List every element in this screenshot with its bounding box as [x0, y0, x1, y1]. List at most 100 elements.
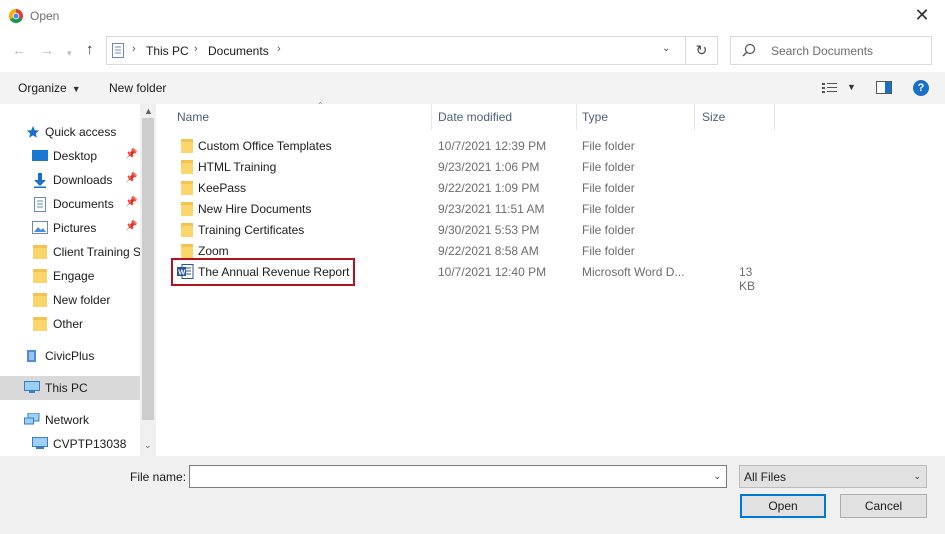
documents-icon [34, 197, 46, 212]
open-button[interactable]: Open [740, 494, 826, 518]
download-icon [34, 173, 46, 188]
refresh-icon: ↻ [695, 42, 708, 58]
folder-icon [181, 223, 193, 237]
breadcrumb-documents[interactable]: Documents [208, 44, 269, 58]
network-icon [24, 413, 40, 425]
sidebar-item-label: New folder [53, 293, 111, 307]
file-name: HTML Training [198, 160, 277, 174]
file-name: New Hire Documents [198, 202, 312, 216]
window-title: Open [30, 9, 60, 23]
sidebar-item-new-folder[interactable]: New folder [0, 289, 140, 311]
file-row[interactable]: Training Certificates 9/30/2021 5:53 PM … [171, 219, 771, 240]
file-date: 9/23/2021 11:51 AM [438, 202, 545, 216]
folder-icon [33, 317, 47, 331]
file-type: File folder [582, 244, 635, 258]
file-name: Training Certificates [198, 223, 305, 237]
column-header-label: Type [582, 110, 609, 124]
forward-arrow-icon[interactable]: → [40, 42, 54, 58]
file-type: File folder [582, 202, 635, 216]
sidebar-item-downloads[interactable]: Downloads 📌 [0, 169, 140, 191]
help-icon[interactable]: ? [913, 80, 929, 96]
breadcrumb-separator-icon: › [132, 43, 136, 55]
desktop-icon [32, 150, 48, 161]
documents-location-icon [112, 43, 124, 58]
sort-ascending-icon: ⌃ [317, 101, 324, 110]
column-header-date[interactable]: Date modified [438, 104, 577, 130]
sidebar-item-client-training[interactable]: Client Training S [0, 241, 140, 263]
column-header-label: Name [177, 110, 210, 124]
file-type-filter[interactable]: All Files ⌄ [739, 465, 927, 488]
column-header-name[interactable]: Name ⌃ [177, 101, 432, 130]
back-arrow-icon[interactable]: ← [12, 42, 26, 58]
address-bar[interactable]: › This PC › Documents › ⌄ [106, 36, 686, 65]
scroll-down-icon[interactable]: ⌄ [144, 440, 152, 451]
sidebar-item-documents[interactable]: Documents 📌 [0, 193, 140, 215]
column-header-label: Size [702, 110, 726, 124]
sidebar-item-label: Documents [53, 197, 114, 211]
file-date: 9/23/2021 1:06 PM [438, 160, 540, 174]
scrollbar-thumb[interactable] [142, 118, 154, 420]
up-arrow-icon[interactable]: ↑ [86, 42, 94, 58]
sidebar-item-label: Network [45, 413, 90, 427]
file-name-label: File name: [130, 470, 187, 484]
folder-icon [181, 139, 193, 153]
sidebar-item-label: Other [53, 317, 84, 331]
breadcrumb-this-pc[interactable]: This PC [146, 44, 189, 58]
sidebar-item-computer[interactable]: CVPTP13038 [0, 433, 140, 455]
column-header-size[interactable]: Size [702, 104, 775, 130]
organize-button[interactable]: Organize ▼ [18, 81, 81, 95]
search-box[interactable]: Search Documents [730, 36, 932, 65]
folder-icon [33, 245, 47, 259]
sidebar-item-civicplus[interactable]: CivicPlus [0, 345, 140, 367]
file-type: Microsoft Word D... [582, 265, 685, 279]
sidebar-item-this-pc[interactable]: This PC [0, 376, 140, 400]
sidebar-item-label: Downloads [53, 173, 113, 187]
chevron-down-icon: ⌄ [913, 471, 921, 481]
sidebar-item-label: CVPTP13038 [53, 437, 127, 451]
new-folder-button[interactable]: New folder [109, 81, 166, 95]
close-button[interactable]: ✕ [899, 0, 945, 32]
file-type: File folder [582, 223, 635, 237]
command-bar: Organize ▼ New folder ▼ ? [0, 72, 945, 104]
preview-pane-icon[interactable] [876, 81, 892, 94]
pin-icon: 📌 [125, 197, 138, 208]
caret-down-icon: ▼ [71, 84, 81, 94]
navigation-pane: Quick access Desktop 📌 Downloads 📌 Docum… [0, 104, 156, 456]
refresh-button[interactable]: ↻ [686, 36, 718, 65]
file-name: Custom Office Templates [198, 139, 332, 153]
sidebar-item-engage[interactable]: Engage [0, 265, 140, 287]
sidebar-item-quick-access[interactable]: Quick access [0, 121, 140, 143]
folder-icon [33, 293, 47, 307]
cancel-button[interactable]: Cancel [840, 494, 927, 518]
close-icon: ✕ [914, 5, 930, 25]
pin-icon: 📌 [125, 221, 138, 232]
file-row[interactable]: Custom Office Templates 10/7/2021 12:39 … [171, 135, 771, 156]
navigation-scrollbar[interactable]: ▲ ⌄ [140, 104, 156, 456]
recent-locations-icon[interactable]: ▾ [67, 45, 72, 61]
chevron-down-icon[interactable]: ⌄ [713, 471, 721, 482]
folder-icon [181, 202, 193, 216]
chevron-down-icon[interactable]: ⌄ [662, 43, 670, 54]
column-header-type[interactable]: Type [582, 104, 695, 130]
file-name-input[interactable]: ⌄ [189, 465, 727, 488]
file-name: KeePass [198, 181, 247, 195]
folder-icon [181, 181, 193, 195]
folder-icon [181, 160, 193, 174]
file-type-filter-value: All Files [744, 470, 787, 484]
file-date: 10/7/2021 12:39 PM [438, 139, 547, 153]
file-row[interactable]: HTML Training 9/23/2021 1:06 PM File fol… [171, 156, 771, 177]
caret-down-icon[interactable]: ▼ [847, 82, 856, 92]
sidebar-item-desktop[interactable]: Desktop 📌 [0, 145, 140, 167]
sidebar-item-label: Pictures [53, 221, 97, 235]
sidebar-item-pictures[interactable]: Pictures 📌 [0, 217, 140, 239]
pin-icon: 📌 [125, 173, 138, 184]
sidebar-item-other[interactable]: Other [0, 313, 140, 335]
scroll-up-icon[interactable]: ▲ [144, 106, 153, 116]
star-icon [26, 126, 40, 138]
sidebar-item-network[interactable]: Network [0, 409, 140, 431]
file-date: 9/22/2021 8:58 AM [438, 244, 539, 258]
file-row[interactable]: New Hire Documents 9/23/2021 11:51 AM Fi… [171, 198, 771, 219]
sidebar-item-label: CivicPlus [45, 349, 95, 363]
file-row[interactable]: KeePass 9/22/2021 1:09 PM File folder [171, 177, 771, 198]
view-options-icon[interactable] [821, 81, 839, 95]
